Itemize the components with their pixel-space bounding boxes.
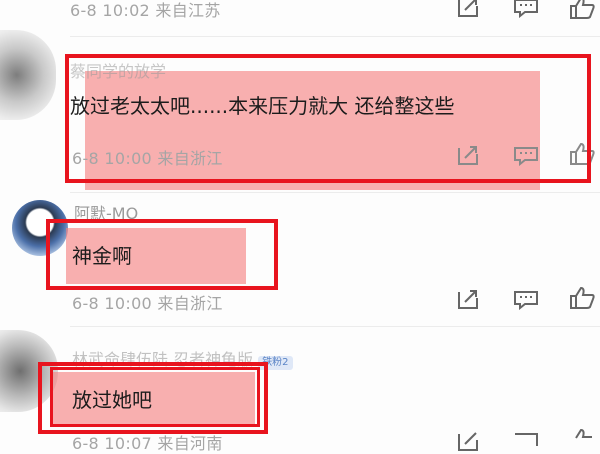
- thumbs-up-icon[interactable]: [568, 428, 596, 452]
- comment-icon[interactable]: [513, 432, 539, 452]
- share-icon[interactable]: [456, 290, 480, 310]
- annotation-box: [50, 367, 260, 427]
- comment-meta: 6-8 10:00 来自浙江: [72, 294, 223, 313]
- avatar[interactable]: [0, 30, 56, 120]
- comment-meta: 6-8 10:02 来自江苏: [70, 1, 221, 20]
- comment-icon[interactable]: [513, 0, 539, 18]
- thumbs-up-icon[interactable]: [568, 0, 596, 20]
- share-icon[interactable]: [456, 0, 480, 18]
- comment-icon[interactable]: [513, 290, 539, 310]
- divider: [70, 192, 600, 193]
- thumbs-up-icon[interactable]: [568, 286, 596, 310]
- divider: [70, 36, 600, 37]
- divider: [70, 326, 600, 327]
- annotation-box: [46, 219, 278, 290]
- share-icon[interactable]: [456, 432, 480, 452]
- annotation-box: [65, 54, 591, 183]
